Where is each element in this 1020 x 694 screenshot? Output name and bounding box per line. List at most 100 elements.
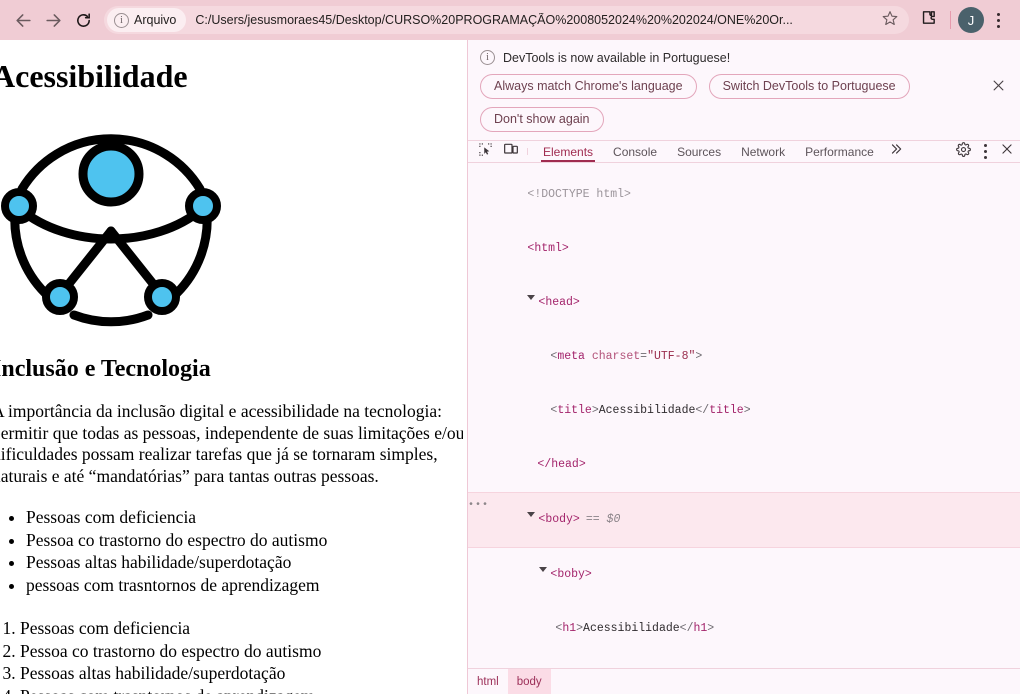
device-toolbar-icon — [503, 141, 519, 162]
tab-label: Elements — [543, 144, 594, 159]
tag-text: <boby> — [550, 568, 592, 581]
toolbar-right-group: J — [913, 5, 1012, 35]
title-text: Acessibilidade — [598, 404, 696, 417]
reload-icon — [75, 12, 92, 29]
tabbar-divider — [527, 148, 528, 155]
page-paragraph: A importância da inclusão digital e aces… — [0, 401, 463, 486]
expand-triangle-icon[interactable] — [539, 567, 548, 575]
breadcrumb-item-body[interactable]: body — [507, 669, 551, 694]
gear-icon — [955, 141, 971, 162]
devtools-more-options-button[interactable] — [976, 141, 994, 162]
list-item: Pessoa co trastorno do espectro do autis… — [26, 530, 463, 552]
dom-node-body-open[interactable]: ••• <body> == $0 — [468, 492, 1020, 548]
browser-toolbar: i Arquivo C:/Users/jesusmoraes45/Desktop… — [0, 0, 1020, 40]
dom-node-html-open[interactable]: <html> — [468, 222, 1020, 276]
accessibility-universal-symbol — [0, 117, 463, 334]
devtools-tabbar: Elements Console Sources Network Perform… — [468, 141, 1020, 163]
selected-node-marker: == $0 — [585, 513, 621, 526]
always-match-chrome-language-button[interactable]: Always match Chrome's language — [480, 74, 697, 99]
back-button[interactable] — [8, 5, 38, 35]
dom-node-title[interactable]: <title>Acessibilidade</title> — [468, 384, 1020, 438]
list-item: pessoas com trasntornos de aprendizagem — [26, 575, 463, 597]
language-banner-message: DevTools is now available in Portuguese! — [503, 50, 731, 65]
dom-breadcrumb: html body — [468, 668, 1020, 694]
node-badge-dots-icon[interactable]: ••• — [468, 497, 489, 515]
dom-node-meta-charset[interactable]: <meta charset="UTF-8"> — [468, 330, 1020, 384]
tab-label: Console — [613, 144, 658, 159]
more-tabs-button[interactable] — [884, 141, 908, 162]
dom-node-boby-open[interactable]: <boby> — [468, 548, 1020, 602]
tag-text: </head> — [537, 458, 586, 471]
address-bar[interactable]: i Arquivo C:/Users/jesusmoraes45/Desktop… — [104, 6, 909, 34]
switch-devtools-to-portuguese-button[interactable]: Switch DevTools to Portuguese — [708, 74, 910, 99]
list-item: Pessoas altas habilidade/superdotação — [20, 663, 463, 685]
tag-text: h1 — [693, 622, 708, 635]
url-text[interactable]: C:/Users/jesusmoraes45/Desktop/CURSO%20P… — [195, 13, 877, 27]
dom-node-head-close[interactable]: </head> — [468, 438, 1020, 492]
site-info-chip[interactable]: i Arquivo — [107, 8, 187, 32]
tab-performance[interactable]: Performance — [795, 141, 884, 162]
close-x-icon — [991, 78, 1006, 98]
inspect-element-button[interactable] — [472, 141, 498, 162]
expand-triangle-icon[interactable] — [527, 512, 536, 520]
h1-text: Acessibilidade — [583, 622, 680, 635]
tag-text: title — [709, 404, 744, 417]
devtools-language-banner: i DevTools is now available in Portugues… — [468, 40, 1020, 141]
dom-node-head-open[interactable]: <head> — [468, 276, 1020, 330]
tag-text: <html> — [527, 242, 569, 255]
tab-sources[interactable]: Sources — [667, 141, 731, 162]
tab-label: Network — [741, 144, 786, 159]
extensions-button[interactable] — [913, 5, 943, 35]
language-banner-close-button[interactable] — [988, 78, 1008, 98]
avatar[interactable]: J — [958, 7, 984, 33]
page-subtitle: Inclusão e Tecnologia — [0, 356, 211, 382]
expand-triangle-icon[interactable] — [527, 295, 536, 303]
dom-node-img[interactable]: <img src="Acessibilidade.png" alt="Simbo… — [468, 656, 1020, 668]
device-toolbar-toggle-button[interactable] — [498, 141, 524, 162]
tag-text: meta — [557, 350, 585, 363]
close-x-icon — [1000, 142, 1014, 161]
inspect-element-icon — [478, 142, 493, 162]
tab-label: Sources — [677, 144, 722, 159]
extensions-puzzle-icon — [920, 9, 937, 31]
bookmark-button[interactable] — [877, 7, 903, 33]
unordered-list: Pessoas com deficiencia Pessoa co trasto… — [26, 507, 463, 596]
devtools-close-button[interactable] — [994, 141, 1020, 162]
dom-tree[interactable]: <!DOCTYPE html> <html> <head> <meta char… — [468, 163, 1020, 668]
dont-show-again-button[interactable]: Don't show again — [480, 107, 604, 132]
language-banner-message-row: i DevTools is now available in Portugues… — [480, 50, 1008, 65]
reload-button[interactable] — [68, 5, 98, 35]
page-title: Acessibilidade — [0, 58, 188, 94]
tag-text: <body> — [538, 513, 580, 526]
accessibility-symbol-svg — [1, 134, 221, 327]
list-item: Pessoas com trasntornos de aprendizagem — [20, 686, 463, 694]
chrome-menu-button[interactable] — [984, 5, 1012, 35]
page-viewport: Acessibilidade Inclusão e Tecnologia A i… — [0, 40, 463, 694]
three-dots-vertical-icon — [996, 12, 1000, 28]
tab-console[interactable]: Console — [603, 141, 667, 162]
tab-network[interactable]: Network — [731, 141, 795, 162]
dom-node-h1[interactable]: <h1>Acessibilidade</h1> — [468, 602, 1020, 656]
list-item: Pessoas com deficiencia — [26, 507, 463, 529]
list-item: Pessoa co trastorno do espectro do autis… — [20, 641, 463, 663]
doctype-text: <!DOCTYPE html> — [527, 188, 631, 201]
arrow-right-icon — [44, 11, 63, 30]
attr-name: charset — [591, 350, 641, 363]
info-circle-icon: i — [480, 50, 495, 65]
breadcrumb-item-html[interactable]: html — [468, 669, 508, 694]
tag-text: title — [557, 404, 592, 417]
attr-value: "UTF-8" — [647, 350, 696, 363]
tag-text: <head> — [538, 296, 580, 309]
bookmark-star-icon — [882, 10, 898, 31]
tab-elements[interactable]: Elements — [533, 141, 603, 162]
devtools-settings-button[interactable] — [950, 141, 976, 162]
forward-button[interactable] — [38, 5, 68, 35]
three-dots-vertical-icon — [983, 144, 987, 159]
tab-label: Performance — [805, 144, 874, 159]
devtools-panel: i DevTools is now available in Portugues… — [467, 40, 1020, 694]
list-item: Pessoas altas habilidade/superdotação — [26, 552, 463, 574]
ordered-list: Pessoas com deficiencia Pessoa co trasto… — [20, 618, 463, 694]
arrow-left-icon — [14, 11, 33, 30]
toolbar-divider — [950, 11, 951, 29]
dom-node-doctype[interactable]: <!DOCTYPE html> — [468, 168, 1020, 222]
